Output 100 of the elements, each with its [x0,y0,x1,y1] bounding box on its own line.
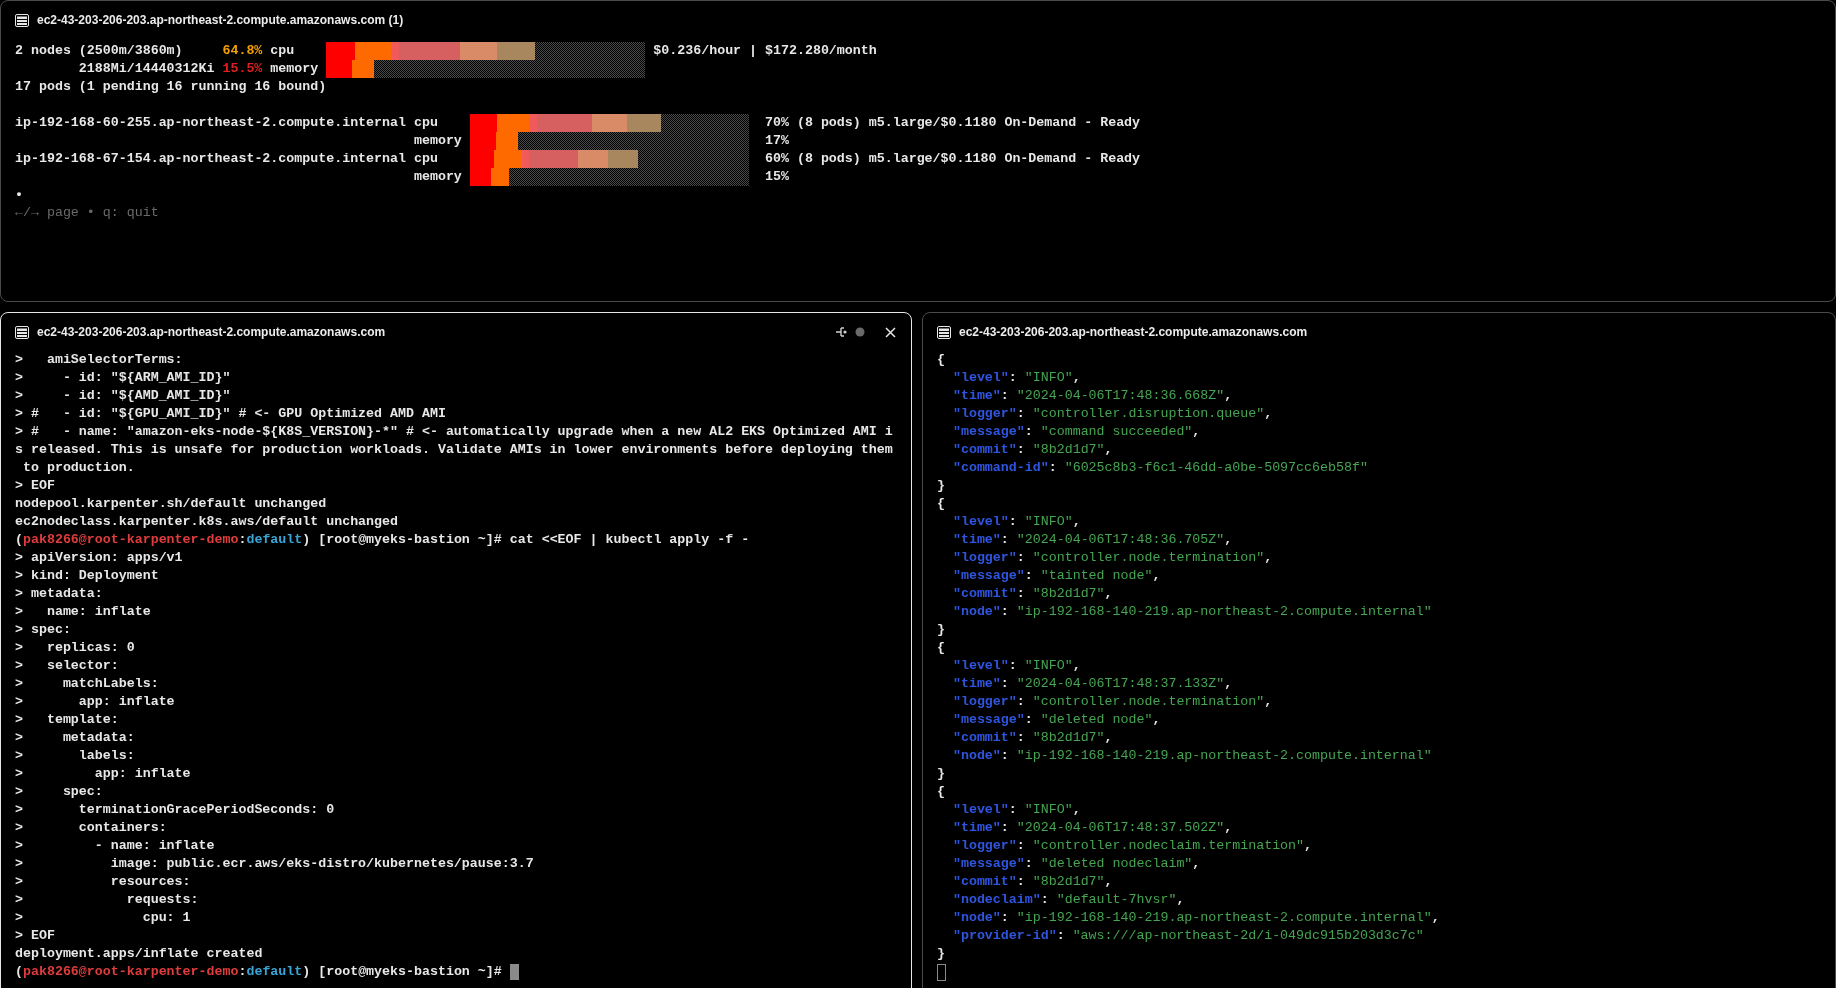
json-line: "commit": "8b2d1d7", [951,729,1113,747]
prompt-text: ) [root@myeks-bastion ~]# cat <<EOF | kubectl apply -f - [302,531,750,549]
terminal-line: > requests: [15,891,199,909]
server-icon [937,325,951,339]
pane-title: ec2-43-203-206-203.ap-northeast-2.compute.amazonaws.com [959,324,1309,341]
json-line: "message": "deleted node", [951,711,1161,729]
node-status: 15% [765,168,789,186]
prompt-text: pak8266@root-karpenter-demo [23,963,239,981]
resource-label: memory [413,133,462,148]
terminal-line: s released. This is unsafe for production workloads. Validate AMIs in lower environments before deploying them [15,441,893,459]
json-line: "logger": "controller.node.termination", [951,549,1273,567]
json-brace: } [937,945,945,963]
key-hint: ←/→ page • q: quit [15,204,159,222]
json-line: "command-id": "6025c8b3-f6c1-46dd-a0be-5097cc6eb58f" [951,459,1368,477]
json-brace: } [937,477,945,495]
prompt-text: default [246,963,303,981]
json-line: "node": "ip-192-168-140-219.ap-northeast-2.compute.internal" [951,603,1432,621]
terminal-line: > labels: [15,747,135,765]
json-line: "message": "tainted node", [951,567,1161,585]
text-cursor [937,963,946,981]
json-line: "node": "ip-192-168-140-219.ap-northeast-2.compute.internal", [951,909,1440,927]
resource-label: cpu [270,43,295,58]
server-icon [15,325,29,339]
terminal-line: > kind: Deployment [15,567,159,585]
node-status: 17% [765,132,789,150]
terminal-line: > template: [15,711,119,729]
terminal-line: > cpu: 1 [15,909,191,927]
json-line: "level": "INFO", [951,657,1081,675]
json-line: "logger": "controller.node.termination", [951,693,1273,711]
prompt-text: ) [root@myeks-bastion ~]# [302,963,502,981]
resource-label: cpu [413,151,438,166]
json-brace: } [937,621,945,639]
terminal-line: deployment.apps/inflate created [15,945,263,963]
server-icon [15,13,29,27]
bullet-text: • [15,186,23,204]
terminal-line: > - id: "${AMD_AMI_ID}" [15,387,231,405]
json-line: "time": "2024-04-06T17:48:37.502Z", [951,819,1233,837]
json-line: "level": "INFO", [951,369,1081,387]
terminal-line: > selector: [15,657,119,675]
json-line: "message": "command succeeded", [951,423,1201,441]
node-name: ip-192-168-67-154.ap-northeast-2.compute.internal [15,151,406,166]
terminal-line: nodepool.karpenter.sh/default unchanged [15,495,327,513]
json-brace: { [937,783,945,801]
terminal-line: > matchLabels: [15,675,159,693]
json-line: "time": "2024-04-06T17:48:36.668Z", [951,387,1233,405]
json-line: "message": "deleted nodeclaim", [951,855,1201,873]
json-line: "time": "2024-04-06T17:48:37.133Z", [951,675,1233,693]
resource-label: memory [270,61,319,76]
json-line: "nodeclaim": "default-7hvsr", [951,891,1185,909]
resource-label: memory [413,169,462,184]
terminal-line: > apiVersion: apps/v1 [15,549,183,567]
terminal-line: > resources: [15,873,191,891]
prompt-text: : [238,531,247,549]
terminal-line: > replicas: 0 [15,639,135,657]
percent-text: 15.5% [222,61,263,76]
terminal-line: > spec: [15,783,103,801]
json-line: "logger": "controller.nodeclaim.termination", [951,837,1313,855]
json-line: "node": "ip-192-168-140-219.ap-northeast-2.compute.internal" [951,747,1432,765]
pane-title: ec2-43-203-206-203.ap-northeast-2.compute.amazonaws.com (1) [37,12,405,29]
terminal-line: > # - name: "amazon-eks-node-${K8S_VERSION}-*" # <- automatically upgrade when a new AL2 EKS Optimized AMI i [15,423,893,441]
terminal-line: > # - id: "${GPU_AMI_ID}" # <- GPU Optimized AMD AMI [15,405,446,423]
terminal-line: > EOF [15,477,55,495]
pane-title: ec2-43-203-206-203.ap-northeast-2.compute.amazonaws.com [37,324,387,341]
node-status: 60% (8 pods) m5.large/$0.1180 On-Demand - Ready [765,150,1141,168]
split-icon[interactable] [835,326,847,338]
node-name: ip-192-168-60-255.ap-northeast-2.compute.internal [15,115,406,130]
json-brace: { [937,639,945,657]
terminal-line: > app: inflate [15,765,191,783]
percent-text: 64.8% [222,43,263,58]
json-brace: } [937,765,945,783]
json-line: "level": "INFO", [951,513,1081,531]
json-line: "logger": "controller.disruption.queue", [951,405,1273,423]
json-line: "level": "INFO", [951,801,1081,819]
terminal-line: > spec: [15,621,71,639]
json-line: "commit": "8b2d1d7", [951,873,1113,891]
terminal-line: > EOF [15,927,55,945]
prompt-text: : [238,963,247,981]
terminal-line: > name: inflate [15,603,151,621]
close-button[interactable] [883,325,897,339]
terminal-line: > - id: "${ARM_AMI_ID}" [15,369,231,387]
summary-label: 2188Mi/14440312Ki [78,61,215,76]
json-line: "commit": "8b2d1d7", [951,585,1113,603]
terminal-line: > terminationGracePeriodSeconds: 0 [15,801,335,819]
pods-summary: 17 pods (1 pending 16 running 16 bound) [15,78,327,96]
json-line: "commit": "8b2d1d7", [951,441,1113,459]
node-status: 70% (8 pods) m5.large/$0.1180 On-Demand - Ready [765,114,1141,132]
json-line: "provider-id": "aws:///ap-northeast-2d/i-049dc915b203d3c7c" [951,927,1424,945]
prompt-text: pak8266@root-karpenter-demo [23,531,239,549]
prompt-text: ( [15,531,23,549]
json-line: "time": "2024-04-06T17:48:36.705Z", [951,531,1233,549]
terminal-line: > containers: [15,819,167,837]
circle-icon[interactable] [855,327,865,337]
cost-text: $0.236/hour | $172.280/month [653,42,877,60]
terminal-line: > metadata: [15,585,103,603]
prompt-text: ( [15,963,23,981]
terminal-line: to production. [21,459,135,477]
terminal-line: > - name: inflate [15,837,215,855]
resource-label: cpu [413,115,438,130]
terminal-line: > metadata: [15,729,135,747]
terminal-line: > amiSelectorTerms: [15,351,183,369]
